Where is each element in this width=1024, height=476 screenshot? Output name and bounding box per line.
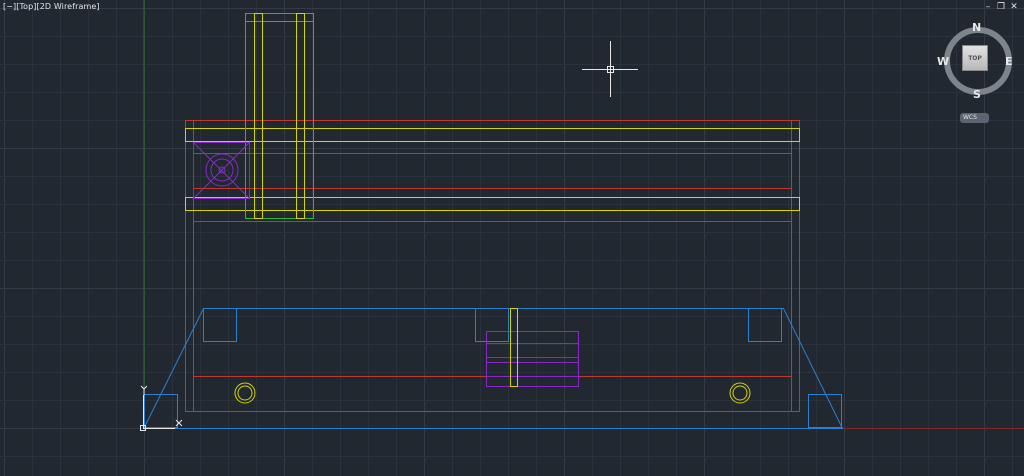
- z-carriage[interactable]: [486, 331, 579, 387]
- base-left-edge: [143, 308, 204, 429]
- viewcube[interactable]: N S E W TOP: [937, 20, 1019, 102]
- base-block-right: [748, 308, 782, 342]
- restore-button[interactable]: ❐: [997, 2, 1005, 12]
- view-menu[interactable]: [Top]: [16, 2, 36, 11]
- y-rails[interactable]: [254, 13, 305, 219]
- y-rail-left: [254, 13, 263, 219]
- machine-frame[interactable]: [185, 120, 800, 412]
- frame-outer: [185, 120, 800, 412]
- hole-left-inner: [237, 385, 253, 401]
- frame-inner: [193, 120, 792, 412]
- visual-style-menu[interactable]: [2D Wireframe]: [37, 2, 100, 11]
- drawing-viewport[interactable]: [−][Top][2D Wireframe] – ❐ ✕ N S E W TOP…: [0, 0, 1024, 476]
- compass-east-label[interactable]: E: [1005, 55, 1013, 68]
- y-carriage[interactable]: [245, 13, 314, 219]
- minimize-button[interactable]: –: [984, 2, 992, 12]
- drawing-canvas[interactable]: [0, 0, 1024, 476]
- wcs-menu[interactable]: WCS: [960, 113, 989, 123]
- hole-right-inner: [732, 385, 748, 401]
- grid: [0, 0, 1024, 476]
- base-outline: [144, 308, 844, 429]
- base-block-left: [203, 308, 237, 342]
- machine-base[interactable]: [143, 308, 844, 429]
- close-button[interactable]: ✕: [1010, 2, 1018, 12]
- z-rail[interactable]: [510, 308, 518, 387]
- carriage-outline: [245, 13, 314, 219]
- y-rail-right: [296, 13, 305, 219]
- stepper-motor[interactable]: [192, 141, 251, 200]
- ucs-x-label: [175, 419, 183, 427]
- base-foot-right: [808, 394, 842, 428]
- crosshair-cursor: [582, 41, 638, 97]
- viewcube-top-face[interactable]: TOP: [962, 45, 988, 71]
- x-rails[interactable]: [185, 128, 800, 211]
- compass-south-label[interactable]: S: [973, 88, 981, 101]
- viewport-label: [−][Top][2D Wireframe]: [3, 2, 100, 11]
- compass-west-label[interactable]: W: [937, 55, 949, 68]
- viewport-controls-menu[interactable]: [−]: [3, 2, 16, 11]
- window-controls: – ❐ ✕: [984, 2, 1018, 12]
- x-rail-upper: [185, 128, 800, 142]
- compass-north-label[interactable]: N: [972, 21, 981, 34]
